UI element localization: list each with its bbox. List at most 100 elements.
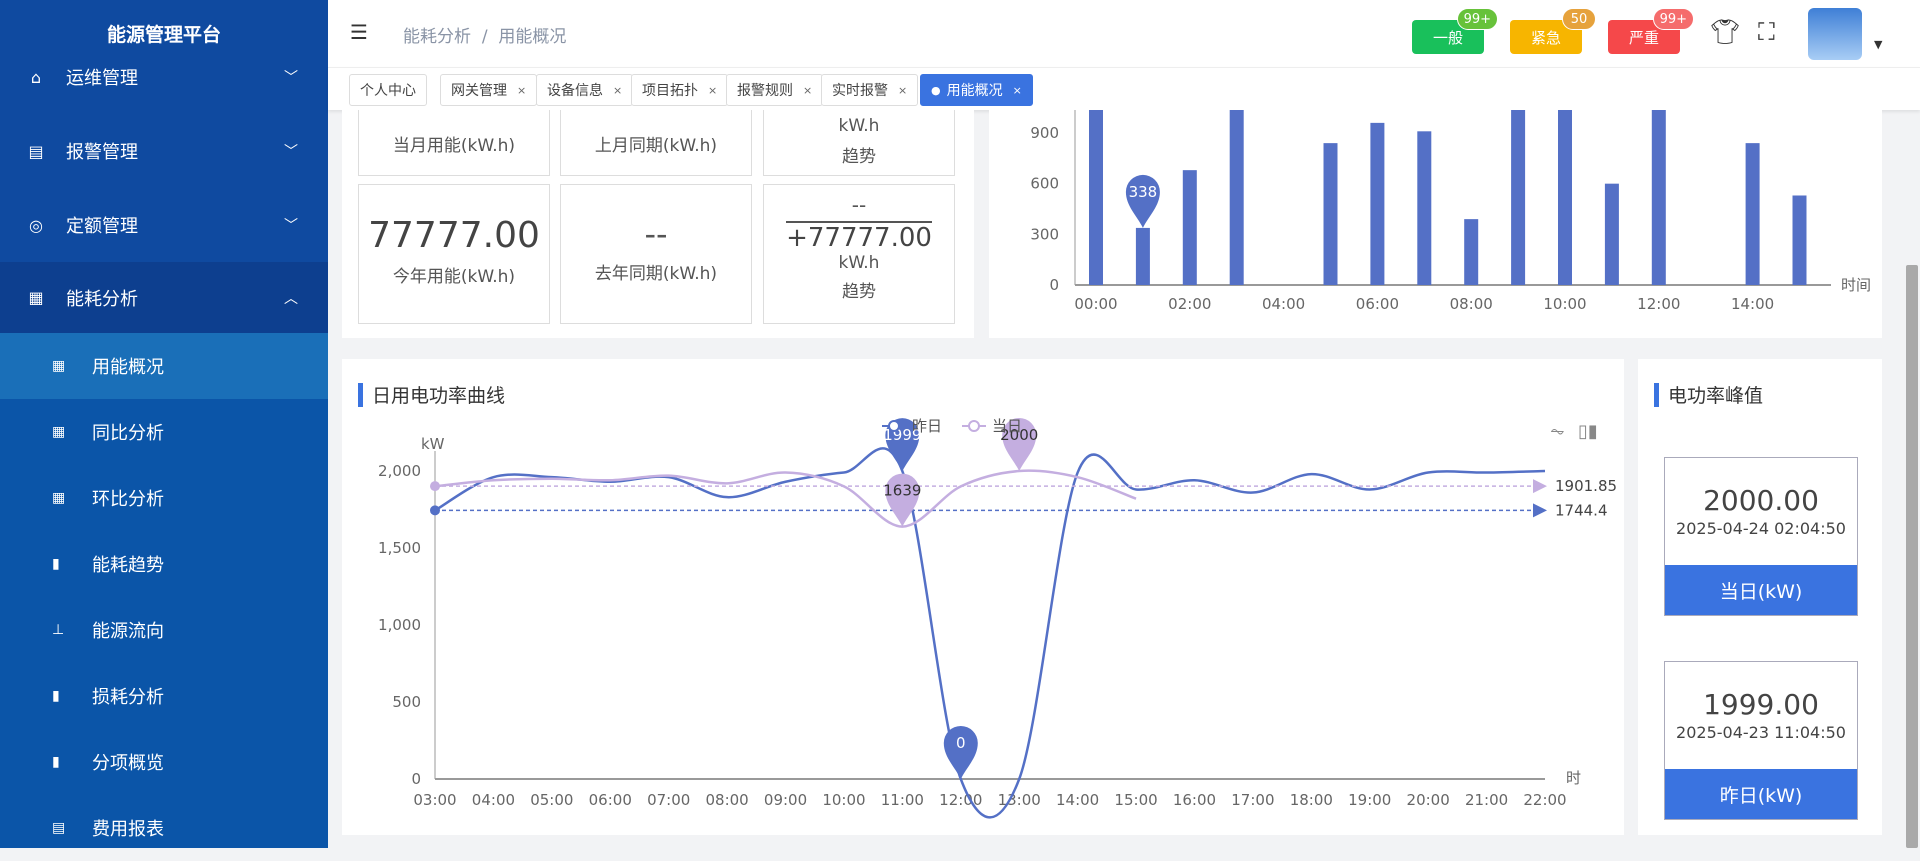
chevron-down-icon: ﹀ bbox=[284, 144, 298, 160]
x-tick-label: 03:00 bbox=[413, 791, 456, 809]
sidebar-subitem[interactable]: ▮ 能耗趋势 bbox=[0, 531, 328, 597]
sidebar-subitem[interactable]: ▤ 费用报表 bbox=[0, 795, 328, 861]
close-icon[interactable]: × bbox=[898, 84, 907, 97]
bar bbox=[1792, 195, 1807, 285]
x-tick-label: 10:00 bbox=[1543, 295, 1586, 313]
x-tick-label: 09:00 bbox=[764, 791, 807, 809]
kpi-ratio-bottom: +77777.00 bbox=[786, 223, 932, 253]
label: 同比分析 bbox=[92, 423, 164, 444]
alarm-level-button[interactable]: 一般 99+ bbox=[1412, 8, 1498, 54]
label: 紧急 bbox=[1530, 28, 1561, 47]
table-icon: ▦ bbox=[52, 358, 66, 374]
tab[interactable]: 报警规则 × bbox=[726, 74, 824, 106]
sidebar-item-analysis[interactable]: ▦ 能耗分析 ︿ bbox=[0, 262, 328, 333]
bar bbox=[1604, 183, 1619, 285]
x-axis-name: 时 bbox=[1566, 769, 1581, 787]
peak-yesterday: 1999.00 2025-04-23 11:04:50 昨日(kW) bbox=[1664, 661, 1858, 820]
puzzle-icon: ⌂ bbox=[30, 67, 42, 87]
x-tick-label: 04:00 bbox=[472, 791, 515, 809]
x-tick-label: 11:00 bbox=[881, 791, 924, 809]
x-tick-label: 14:00 bbox=[1056, 791, 1099, 809]
sidebar-item-ops[interactable]: ⌂ 运维管理 ﹀ bbox=[0, 44, 328, 110]
alarm-level-button[interactable]: 紧急 50 bbox=[1510, 8, 1596, 54]
sidebar-subitem[interactable]: ▦ 用能概况 bbox=[0, 333, 328, 399]
label: 用能概况 bbox=[92, 357, 164, 378]
power-curve-chart: 0 500 1,000 1,500 2,000 03:00 04:00 05:00 06:00 0… bbox=[378, 417, 1617, 819]
tab-label: 报警规则 bbox=[737, 83, 793, 99]
kpi-ratio-top: -- bbox=[851, 193, 867, 217]
breadcrumb-item[interactable]: 能耗分析 bbox=[403, 27, 471, 47]
scrollbar[interactable] bbox=[1906, 265, 1918, 848]
copy-icon: ▤ bbox=[52, 820, 66, 836]
tab[interactable]: 网关管理 × bbox=[440, 74, 538, 106]
count-badge: 99+ bbox=[1456, 8, 1498, 30]
y-tick-label: 0 bbox=[1049, 276, 1059, 294]
menu-toggle-icon[interactable]: ☰ bbox=[350, 20, 368, 44]
bar-chart-icon: ▮ bbox=[52, 688, 60, 704]
sidebar-item-quota[interactable]: ◎ 定额管理 ﹀ bbox=[0, 192, 328, 258]
close-icon[interactable]: × bbox=[708, 84, 717, 97]
alarm-level-button[interactable]: 严重 99+ bbox=[1608, 8, 1694, 54]
caret-down-icon[interactable]: ▼ bbox=[1874, 38, 1882, 51]
tab-label: 网关管理 bbox=[451, 83, 507, 99]
sidebar-subitem[interactable]: ▮ 损耗分析 bbox=[0, 663, 328, 729]
label: 损耗分析 bbox=[92, 687, 164, 708]
bar-chart-icon: ▮ bbox=[52, 556, 60, 572]
x-tick-label: 00:00 bbox=[1074, 295, 1117, 313]
kpi-year-trend: -- +77777.00 kW.h 趋势 bbox=[763, 184, 955, 324]
close-icon[interactable]: × bbox=[1013, 84, 1022, 97]
chevron-down-icon: ﹀ bbox=[284, 218, 298, 234]
sidebar: 能源管理平台 ⌂ 运维管理 ﹀ ▤ 报警管理 ﹀ ◎ 定额管理 ﹀ ▦ 能耗分析 ︿ ▦ 用能概况… bbox=[0, 0, 328, 848]
tab[interactable]: 个人中心 bbox=[349, 74, 427, 106]
shirt-icon[interactable]: 👕︎ bbox=[1710, 18, 1740, 46]
x-tick-label: 06:00 bbox=[1356, 295, 1399, 313]
copy-icon: ▤ bbox=[28, 141, 44, 161]
close-icon[interactable]: × bbox=[517, 84, 526, 97]
x-tick-label: 21:00 bbox=[1465, 791, 1508, 809]
sidebar-subitem[interactable]: ▦ 同比分析 bbox=[0, 399, 328, 465]
y-tick-label: 900 bbox=[1030, 124, 1059, 142]
tab[interactable]: 项目拓扑 × bbox=[631, 74, 729, 106]
chevron-down-icon: ﹀ bbox=[284, 70, 298, 86]
table-icon: ▦ bbox=[52, 424, 66, 440]
y-tick-label: 600 bbox=[1030, 175, 1059, 193]
tab-label: 项目拓扑 bbox=[642, 83, 698, 99]
x-tick-label: 17:00 bbox=[1231, 791, 1274, 809]
label: 运维管理 bbox=[66, 68, 138, 89]
x-tick-label: 06:00 bbox=[589, 791, 632, 809]
peak-today: 2000.00 2025-04-24 02:04:50 当日(kW) bbox=[1664, 457, 1858, 616]
breadcrumb: 能耗分析 / 用能概况 bbox=[403, 22, 566, 47]
label: 一般 bbox=[1432, 28, 1463, 47]
peak-value: 1999.00 bbox=[1703, 688, 1819, 721]
tabs-bar: 个人中心 网关管理 × 设备信息 × 项目拓扑 × 报警规则 × 实时报警 × ● 用能概况 × bbox=[328, 67, 1920, 110]
kpi-label: 去年同期(kW.h) bbox=[594, 264, 718, 284]
sidebar-subitem[interactable]: ⊥ 能源流向 bbox=[0, 597, 328, 663]
tab[interactable]: 设备信息 × bbox=[536, 74, 634, 106]
label: 能耗分析 bbox=[66, 288, 138, 310]
series-line-0 bbox=[434, 447, 1546, 819]
kpi-unit: kW.h bbox=[838, 116, 880, 136]
kpi-value: 77777.00 bbox=[368, 215, 540, 256]
sidebar-subitem[interactable]: ▮ 分项概览 bbox=[0, 729, 328, 795]
label: 环比分析 bbox=[92, 489, 164, 510]
avatar[interactable] bbox=[1808, 8, 1862, 60]
kpi-label: 今年用能(kW.h) bbox=[392, 267, 516, 287]
tab[interactable]: 实时报警 × bbox=[821, 74, 919, 106]
label: 定额管理 bbox=[66, 216, 138, 237]
sidebar-subitem[interactable]: ▦ 环比分析 bbox=[0, 465, 328, 531]
bar bbox=[1745, 143, 1760, 285]
close-icon[interactable]: × bbox=[613, 84, 622, 97]
bar bbox=[1651, 110, 1666, 285]
kpi-year: 77777.00 今年用能(kW.h) bbox=[358, 184, 550, 324]
bar bbox=[1182, 170, 1197, 285]
fullscreen-icon[interactable]: ⛶ bbox=[1758, 18, 1775, 46]
tab[interactable]: ● 用能概况 × bbox=[920, 74, 1033, 106]
tab-label: 用能概况 bbox=[946, 83, 1003, 99]
sidebar-item-alarm[interactable]: ▤ 报警管理 ﹀ bbox=[0, 118, 328, 184]
label: 严重 bbox=[1628, 28, 1659, 47]
x-tick-label: 13:00 bbox=[998, 791, 1041, 809]
x-tick-label: 05:00 bbox=[530, 791, 573, 809]
close-icon[interactable]: × bbox=[803, 84, 812, 97]
series-line-1 bbox=[434, 469, 1137, 528]
kpi-value: -- bbox=[644, 215, 668, 253]
